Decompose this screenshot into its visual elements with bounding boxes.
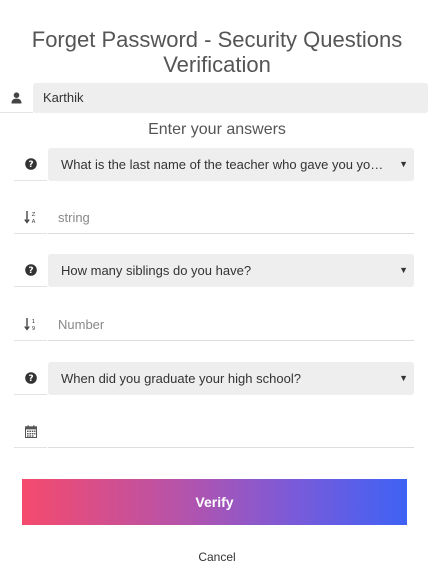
answer-row-3 bbox=[0, 415, 434, 448]
answer-input-2[interactable]: Number bbox=[48, 308, 414, 341]
security-question-select-1[interactable]: What is the last name of the teacher who… bbox=[48, 148, 414, 181]
answer-row-2: 1 9 Number bbox=[0, 308, 434, 341]
answers-subtitle: Enter your answers bbox=[148, 121, 286, 138]
question-row-3: ? When did you graduate your high school… bbox=[0, 362, 434, 395]
security-question-text-1: What is the last name of the teacher who… bbox=[61, 157, 397, 172]
question-row-2: ? How many siblings do you have? ▼ bbox=[0, 254, 434, 287]
user-icon bbox=[0, 83, 33, 113]
question-circle-icon: ? bbox=[14, 362, 47, 395]
answer-row-1: Z A string bbox=[0, 201, 434, 234]
chevron-down-icon: ▼ bbox=[399, 159, 408, 169]
security-question-select-2[interactable]: How many siblings do you have? ▼ bbox=[48, 254, 414, 287]
page-title: Forget Password - Security Questions Ver… bbox=[0, 27, 434, 77]
verify-button[interactable]: Verify bbox=[22, 479, 407, 525]
username-row: Karthik bbox=[0, 83, 434, 113]
page-title-line-2: Verification bbox=[163, 52, 271, 77]
svg-text:1: 1 bbox=[31, 319, 35, 325]
answer-date-input-3[interactable] bbox=[48, 415, 414, 448]
sort-alpha-icon: Z A bbox=[14, 201, 47, 234]
username-field: Karthik bbox=[33, 83, 428, 113]
svg-text:?: ? bbox=[28, 160, 33, 170]
answer-input-1[interactable]: string bbox=[48, 201, 414, 234]
svg-text:?: ? bbox=[28, 374, 33, 384]
page-title-line-1: Forget Password - Security Questions bbox=[31, 27, 403, 52]
question-circle-icon: ? bbox=[14, 148, 47, 181]
chevron-down-icon: ▼ bbox=[399, 265, 408, 275]
security-question-text-2: How many siblings do you have? bbox=[61, 263, 252, 278]
svg-text:?: ? bbox=[28, 266, 33, 276]
security-question-select-3[interactable]: When did you graduate your high school? … bbox=[48, 362, 414, 395]
question-row-1: ? What is the last name of the teacher w… bbox=[0, 148, 434, 181]
sort-numeric-icon: 1 9 bbox=[14, 308, 47, 341]
svg-text:9: 9 bbox=[31, 326, 35, 331]
svg-text:Z: Z bbox=[31, 212, 35, 218]
question-circle-icon: ? bbox=[14, 254, 47, 287]
cancel-link[interactable]: Cancel bbox=[0, 550, 434, 564]
security-question-text-3: When did you graduate your high school? bbox=[61, 371, 301, 386]
svg-text:A: A bbox=[31, 219, 35, 224]
calendar-icon bbox=[14, 415, 47, 448]
chevron-down-icon: ▼ bbox=[399, 373, 408, 383]
